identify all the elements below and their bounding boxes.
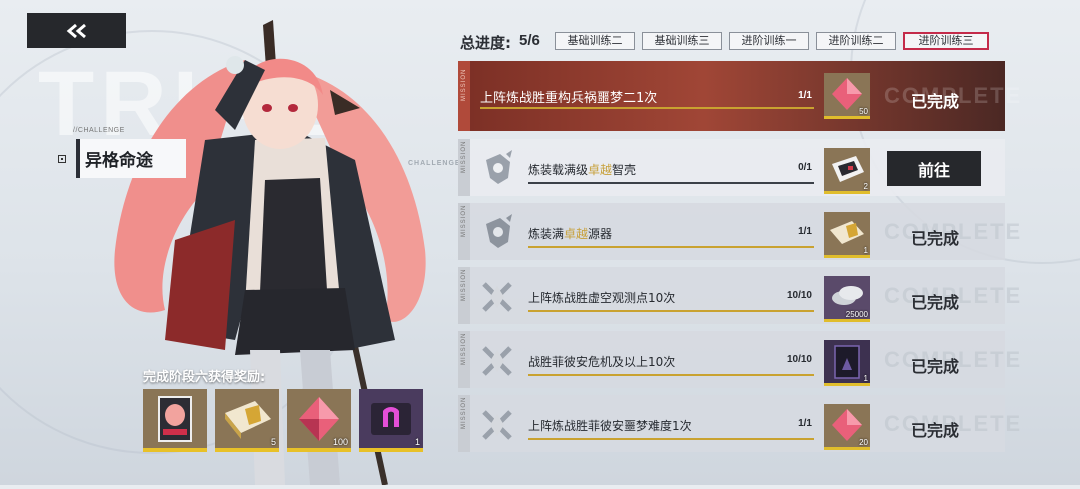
mission-desc: 战胜菲彼安危机及以上10次: [528, 355, 676, 369]
gear-skull-icon: [486, 150, 512, 184]
page-title: 异格命途: [85, 151, 153, 171]
mission-reward[interactable]: 50: [824, 73, 870, 119]
mission-desc: 炼装满卓越源器: [528, 227, 613, 241]
status-completed: 已完成: [911, 293, 960, 312]
reward-qty: 1: [414, 437, 420, 447]
mission-count: 1/1: [798, 90, 812, 101]
mission-desc: 上阵炼战胜重构兵祸噩梦二1次: [480, 91, 658, 106]
mission-row: MISSION 炼装载满级卓越智壳 0/1 2 前往: [458, 139, 1005, 196]
mission-row: MISSION COMPLETE 炼装满卓越源器 1/1 1 已完成: [458, 203, 1020, 260]
reward-qty: 1: [863, 246, 868, 255]
mission-count: 1/1: [798, 418, 812, 429]
mission-reward[interactable]: 25000: [824, 276, 870, 322]
reward-qty: 25000: [845, 310, 868, 319]
mission-reward[interactable]: 20: [824, 404, 870, 450]
mission-progress-bar: [528, 374, 814, 376]
double-chevron-left-icon: [66, 23, 86, 38]
mission-progress-bar: [528, 246, 814, 248]
status-completed: 已完成: [911, 357, 960, 376]
reward-qty: 2: [863, 182, 868, 191]
reward-title: 完成阶段六获得奖励:: [143, 370, 266, 385]
mission-row: MISSION COMPLETE 上阵炼战胜重构兵祸噩梦二1次 1/1 50 已…: [458, 61, 1020, 131]
challenge-tag: //CHALLENGE: [73, 127, 125, 134]
bullet-icon: [58, 155, 66, 163]
reward-qty: 20: [859, 438, 868, 447]
gear-skull-icon: [486, 214, 512, 248]
crossed-blades-icon: [482, 410, 512, 440]
mission-side-tag: MISSION: [458, 61, 470, 131]
record-book-icon: [225, 401, 271, 439]
mission-reward[interactable]: 1: [824, 340, 870, 386]
mission-side-tag: MISSION: [458, 267, 470, 324]
reward-qty: 1: [863, 374, 868, 383]
mission-progress-bar: [528, 182, 814, 184]
mission-count: 0/1: [798, 162, 812, 173]
crossed-blades-icon: [482, 346, 512, 376]
mission-progress-bar: [528, 310, 814, 312]
mission-row: MISSION COMPLETE 上阵炼战胜菲彼安噩梦难度1次 1/1 20 已…: [458, 395, 1020, 452]
mission-desc: 上阵炼战胜菲彼安噩梦难度1次: [528, 419, 692, 433]
magnet-chip-icon: [371, 403, 411, 435]
progress-value: 5/6: [519, 32, 540, 49]
reward-item[interactable]: 100: [287, 389, 351, 452]
mission-count: 10/10: [786, 354, 812, 365]
go-button[interactable]: 前往: [887, 151, 981, 186]
status-completed: 已完成: [911, 92, 960, 111]
tab-advanced-3[interactable]: 进阶训练三: [903, 32, 989, 50]
mission-count: 1/1: [798, 226, 812, 237]
reward-item[interactable]: 1: [359, 389, 423, 452]
mission-side-tag: MISSION: [458, 395, 470, 452]
page-title-box: 异格命途: [76, 139, 186, 178]
mission-side-tag: MISSION: [458, 139, 470, 196]
mission-side-tag: MISSION: [458, 331, 470, 388]
mission-desc: 炼装载满级卓越智壳: [528, 163, 637, 177]
mission-row: MISSION COMPLETE 上阵炼战胜虚空观测点10次 10/10 250…: [458, 267, 1020, 324]
reward-qty: 100: [332, 437, 348, 447]
reward-list: 5 100 1: [143, 389, 423, 452]
tab-advanced-1[interactable]: 进阶训练一: [729, 32, 809, 50]
reward-item[interactable]: [143, 389, 207, 452]
mission-progress-bar: [480, 107, 814, 109]
status-completed: 已完成: [911, 421, 960, 440]
training-tabs: 基础训练二 基础训练三 进阶训练一 进阶训练二 进阶训练三: [555, 32, 989, 50]
character-card-icon: [158, 396, 192, 442]
reward-qty: 5: [270, 437, 276, 447]
mission-row: MISSION COMPLETE 战胜菲彼安危机及以上10次 10/10 1 已…: [458, 331, 1020, 388]
mission-desc: 上阵炼战胜虚空观测点10次: [528, 291, 676, 305]
tab-basic-2[interactable]: 基础训练二: [555, 32, 635, 50]
crossed-blades-icon: [482, 282, 512, 312]
status-completed: 已完成: [911, 229, 960, 248]
mission-reward[interactable]: 2: [824, 148, 870, 194]
mission-progress-bar: [528, 438, 814, 440]
reward-item[interactable]: 5: [215, 389, 279, 452]
reward-qty: 50: [859, 107, 868, 116]
mission-reward[interactable]: 1: [824, 212, 870, 258]
tab-advanced-2[interactable]: 进阶训练二: [816, 32, 896, 50]
mission-count: 10/10: [786, 290, 812, 301]
tab-basic-3[interactable]: 基础训练三: [642, 32, 722, 50]
mission-side-tag: MISSION: [458, 203, 470, 260]
progress-label: 总进度:: [460, 34, 511, 52]
